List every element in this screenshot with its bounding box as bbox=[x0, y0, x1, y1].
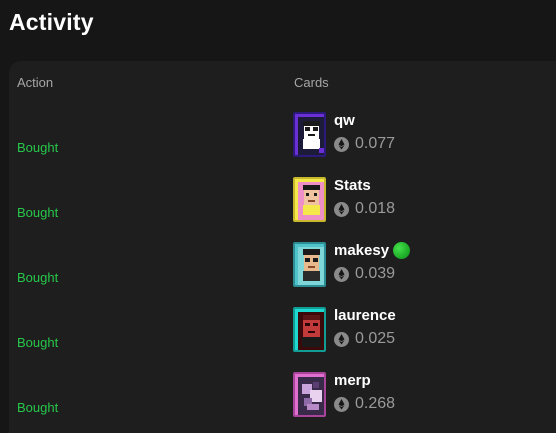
price: 0.268 bbox=[334, 395, 395, 413]
eth-icon bbox=[334, 136, 349, 152]
card-thumbnail[interactable] bbox=[293, 177, 326, 222]
action-label: Bought bbox=[17, 335, 59, 350]
verified-badge-icon bbox=[393, 242, 411, 259]
card-name[interactable]: Stats bbox=[334, 177, 371, 194]
eth-icon bbox=[334, 331, 349, 347]
price-value: 0.025 bbox=[355, 330, 396, 347]
column-header-cards: Cards bbox=[294, 75, 329, 90]
table-row[interactable]: Bought qw 0.077 bbox=[0, 112, 556, 177]
price: 0.025 bbox=[334, 330, 395, 348]
price: 0.039 bbox=[334, 265, 395, 283]
price: 0.018 bbox=[334, 200, 395, 218]
table-row[interactable]: Bought merp 0.268 bbox=[0, 372, 556, 433]
action-label: Bought bbox=[17, 400, 59, 415]
action-label: Bought bbox=[17, 270, 59, 285]
card-name[interactable]: qw bbox=[334, 112, 355, 129]
card-name-text: merp bbox=[334, 372, 371, 389]
card-name-text: Stats bbox=[334, 177, 371, 194]
action-label: Bought bbox=[17, 205, 59, 220]
card-thumbnail[interactable] bbox=[293, 242, 326, 287]
price-value: 0.268 bbox=[355, 395, 396, 412]
eth-icon bbox=[334, 201, 349, 217]
eth-icon bbox=[334, 396, 349, 412]
action-label: Bought bbox=[17, 140, 59, 155]
card-thumbnail[interactable] bbox=[293, 112, 326, 157]
card-thumbnail[interactable] bbox=[293, 307, 326, 352]
card-name[interactable]: makesy bbox=[334, 242, 411, 259]
eth-icon bbox=[334, 266, 349, 282]
card-name-text: qw bbox=[334, 112, 355, 129]
price: 0.077 bbox=[334, 135, 395, 153]
card-name[interactable]: laurence bbox=[334, 307, 396, 324]
card-name-text: makesy bbox=[334, 242, 390, 259]
column-header-action: Action bbox=[17, 75, 54, 90]
card-name-text: laurence bbox=[334, 307, 396, 324]
table-row[interactable]: Bought Stats 0.018 bbox=[0, 177, 556, 242]
table-row[interactable]: Bought makesy 0.039 bbox=[0, 242, 556, 307]
card-name[interactable]: merp bbox=[334, 372, 371, 389]
price-value: 0.077 bbox=[355, 135, 396, 152]
activity-page: Activity Action Cards Bought qw 0.077 Bo… bbox=[0, 0, 556, 433]
table-row[interactable]: Bought laurence 0.025 bbox=[0, 307, 556, 372]
page-title: Activity bbox=[9, 9, 94, 35]
price-value: 0.039 bbox=[355, 265, 396, 282]
card-thumbnail[interactable] bbox=[293, 372, 326, 417]
price-value: 0.018 bbox=[355, 200, 396, 217]
